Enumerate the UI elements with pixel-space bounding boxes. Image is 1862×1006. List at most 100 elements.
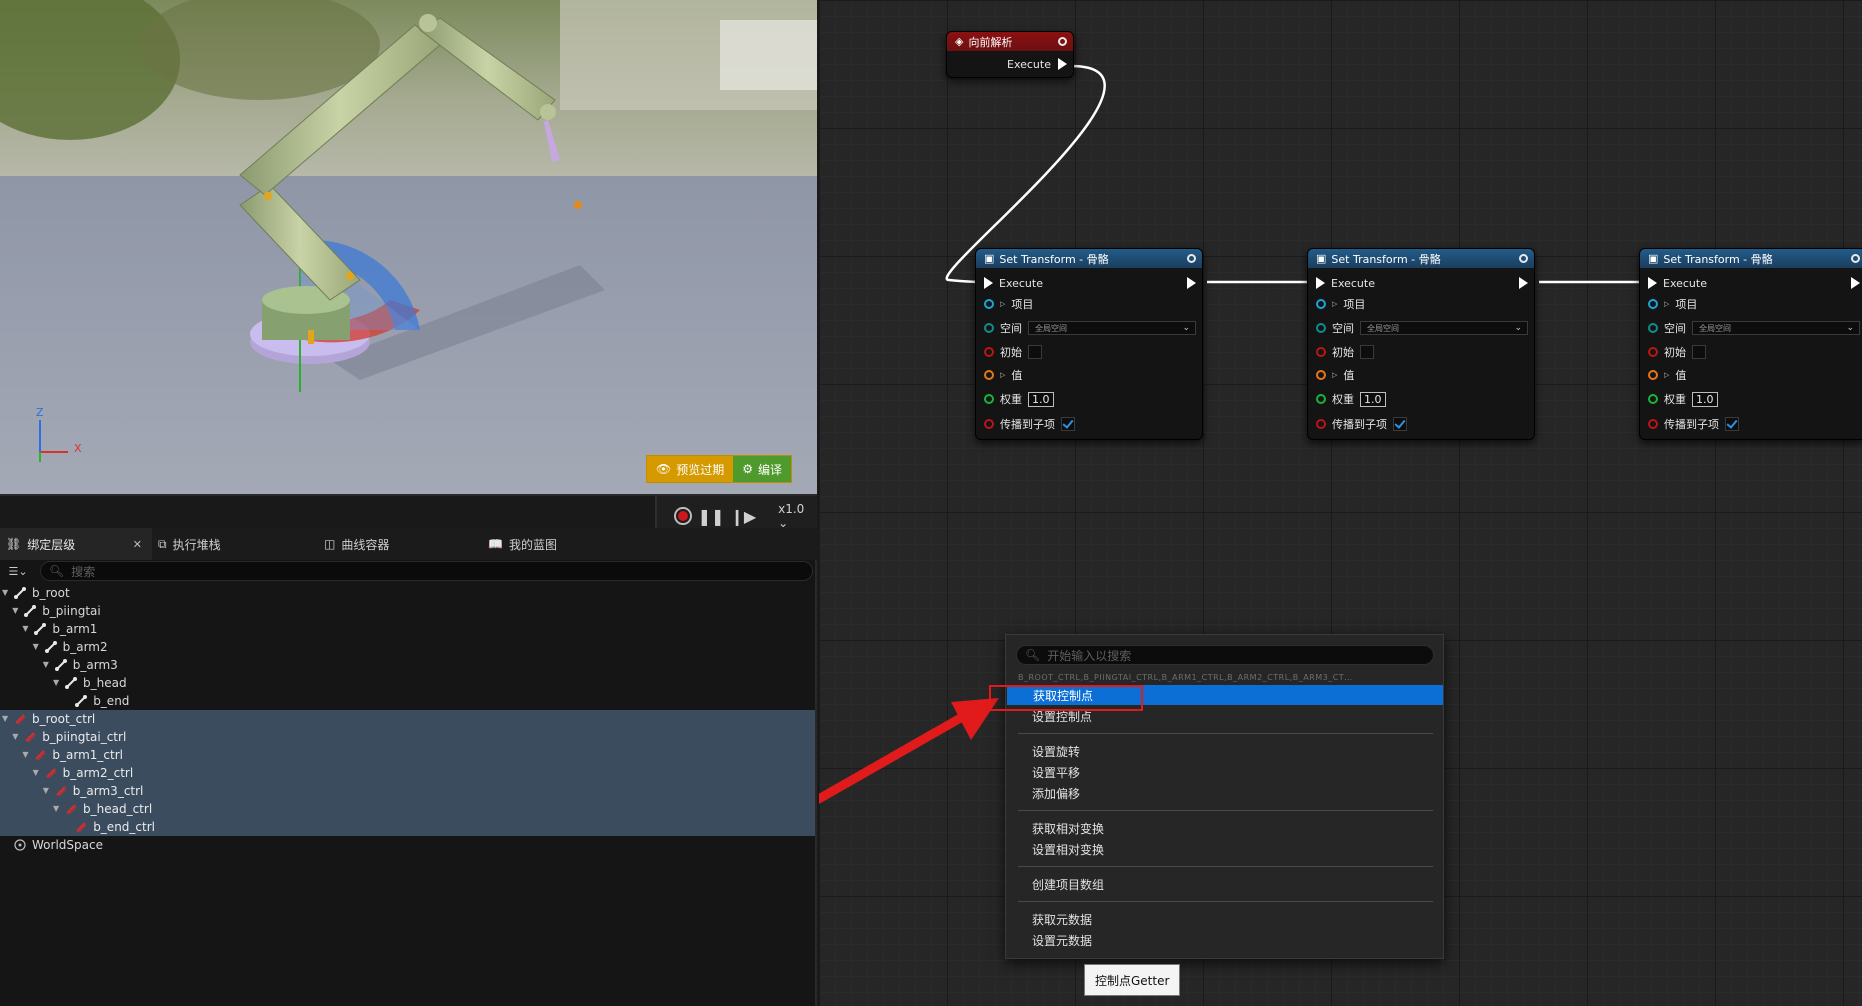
tab-my-blueprint[interactable]: 📖 我的蓝图	[474, 528, 634, 560]
tree-row-b-arm1[interactable]: ▼ b_arm1	[0, 620, 815, 638]
menu-item[interactable]: 设置元数据	[1006, 930, 1443, 950]
tree-row-b-arm2[interactable]: ▼ b_arm2	[0, 638, 815, 656]
tree-row-b-root[interactable]: ▼ b_root	[0, 584, 815, 602]
space-pin[interactable]: 空间 全局空间 ⌄	[984, 320, 1196, 336]
exec-output-pin[interactable]	[1058, 58, 1067, 70]
expand-arrow-icon[interactable]: ▼	[2, 715, 10, 723]
expand-icon[interactable]: ▷	[1000, 300, 1005, 308]
tree-row-b-arm2-ctrl[interactable]: ▼ b_arm2_ctrl	[0, 764, 815, 782]
menu-item[interactable]: 创建项目数组	[1006, 874, 1443, 894]
weight-input[interactable]: 1.0	[1028, 391, 1054, 407]
delegate-pin[interactable]	[1851, 254, 1860, 263]
delegate-pin[interactable]	[1519, 254, 1528, 263]
expand-arrow-icon[interactable]: ▼	[33, 643, 41, 651]
initial-checkbox[interactable]	[1692, 345, 1706, 359]
expand-arrow-icon[interactable]	[63, 823, 71, 831]
exec-output-pin[interactable]	[1187, 277, 1196, 289]
tree-row-b-end[interactable]: b_end	[0, 692, 815, 710]
timeline-track[interactable]	[0, 496, 657, 528]
exec-input-pin[interactable]: Execute	[984, 275, 1043, 291]
delegate-pin[interactable]	[1187, 254, 1196, 263]
tree-row-b-arm1-ctrl[interactable]: ▼ b_arm1_ctrl	[0, 746, 815, 764]
weight-input[interactable]: 1.0	[1360, 391, 1386, 407]
playback-speed-dropdown[interactable]: x1.0 ⌄	[778, 502, 817, 530]
tab-rig-hierarchy[interactable]: ⛓ 绑定层级 ✕	[0, 528, 152, 560]
viewport[interactable]: Z X 👁 预览过期 ⚙ 编译	[0, 0, 817, 494]
item-pin[interactable]: ▷ 项目	[1316, 296, 1365, 312]
propagate-checkbox[interactable]	[1393, 417, 1407, 431]
expand-arrow-icon[interactable]: ▼	[43, 787, 51, 795]
tree-row-worldspace[interactable]: WorldSpace	[0, 836, 815, 854]
value-pin[interactable]: ▷ 值	[1316, 367, 1354, 383]
expand-arrow-icon[interactable]: ▼	[2, 589, 10, 597]
compile-button[interactable]: ⚙ 编译	[733, 456, 792, 482]
expand-icon[interactable]: ▷	[1664, 300, 1669, 308]
tree-row-b-arm3[interactable]: ▼ b_arm3	[0, 656, 815, 674]
propagate-pin[interactable]: 传播到子项	[1316, 416, 1407, 432]
expand-arrow-icon[interactable]: ▼	[12, 733, 20, 741]
exec-input-pin[interactable]: Execute	[1648, 275, 1707, 291]
initial-pin[interactable]: 初始	[1648, 344, 1706, 360]
expand-arrow-icon[interactable]: ▼	[53, 679, 61, 687]
record-button[interactable]	[674, 507, 692, 525]
expand-icon[interactable]: ▷	[1332, 300, 1337, 308]
propagate-checkbox[interactable]	[1725, 417, 1739, 431]
exec-input-pin[interactable]: Execute	[1316, 275, 1375, 291]
forward-solve-event-node[interactable]: ◈ 向前解析 Execute	[946, 31, 1074, 78]
pause-icon[interactable]: ❚❚	[698, 507, 725, 526]
tree-row-b-head-ctrl[interactable]: ▼ b_head_ctrl	[0, 800, 815, 818]
expand-icon[interactable]: ▷	[1332, 371, 1337, 379]
set-transform-node[interactable]: ▣ Set Transform - 骨骼 Execute ▷ 项目 空间 全局空间 ⌄ 初始 ▷ 值…	[1639, 248, 1862, 440]
delegate-pin[interactable]	[1058, 37, 1067, 46]
expand-icon[interactable]: ▷	[1664, 371, 1669, 379]
exec-output-pin[interactable]	[1519, 277, 1528, 289]
tree-row-b-end-ctrl[interactable]: b_end_ctrl	[0, 818, 815, 836]
space-pin[interactable]: 空间 全局空间 ⌄	[1316, 320, 1528, 336]
space-pin[interactable]: 空间 全局空间 ⌄	[1648, 320, 1860, 336]
propagate-pin[interactable]: 传播到子项	[984, 416, 1075, 432]
propagate-checkbox[interactable]	[1061, 417, 1075, 431]
set-transform-node[interactable]: ▣ Set Transform - 骨骼 Execute ▷ 项目 空间 全局空间 ⌄ 初始 ▷ 值…	[975, 248, 1203, 440]
exec-output-pin[interactable]	[1851, 277, 1860, 289]
menu-item[interactable]: 设置旋转	[1006, 741, 1443, 761]
hierarchy-search-input[interactable]: 🔍︎ 搜索	[40, 561, 813, 581]
item-pin[interactable]: ▷ 项目	[984, 296, 1033, 312]
value-pin[interactable]: ▷ 值	[984, 367, 1022, 383]
preview-outdated-button[interactable]: 👁 预览过期	[647, 456, 734, 482]
tree-row-b-piingtai[interactable]: ▼ b_piingtai	[0, 602, 815, 620]
tab-curve-container[interactable]: ◫ 曲线容器	[312, 528, 474, 560]
tree-row-b-arm3-ctrl[interactable]: ▼ b_arm3_ctrl	[0, 782, 815, 800]
expand-arrow-icon[interactable]: ▼	[53, 805, 61, 813]
expand-arrow-icon[interactable]: ▼	[43, 661, 51, 669]
set-transform-node[interactable]: ▣ Set Transform - 骨骼 Execute ▷ 项目 空间 全局空间 ⌄ 初始 ▷ 值…	[1307, 248, 1535, 440]
initial-pin[interactable]: 初始	[1316, 344, 1374, 360]
weight-pin[interactable]: 权重 1.0	[1316, 391, 1386, 407]
menu-item[interactable]: 获取相对变换	[1006, 818, 1443, 838]
tab-execution-stack[interactable]: ⧉ 执行堆栈	[152, 528, 312, 560]
tree-row-b-root-ctrl[interactable]: ▼ b_root_ctrl	[0, 710, 815, 728]
menu-item[interactable]: 设置相对变换	[1006, 839, 1443, 859]
action-search-input[interactable]: 🔍︎ 开始输入以搜索	[1016, 645, 1434, 665]
item-pin[interactable]: ▷ 项目	[1648, 296, 1697, 312]
step-forward-icon[interactable]: ❙▶	[730, 507, 756, 526]
initial-checkbox[interactable]	[1028, 345, 1042, 359]
tree-row-b-piingtai-ctrl[interactable]: ▼ b_piingtai_ctrl	[0, 728, 815, 746]
expand-arrow-icon[interactable]: ▼	[33, 769, 41, 777]
expand-arrow-icon[interactable]	[63, 697, 71, 705]
expand-icon[interactable]: ▷	[1000, 371, 1005, 379]
expand-arrow-icon[interactable]: ▼	[22, 625, 30, 633]
tree-row-b-head[interactable]: ▼ b_head	[0, 674, 815, 692]
expand-arrow-icon[interactable]: ▼	[12, 607, 20, 615]
menu-item[interactable]: 设置平移	[1006, 762, 1443, 782]
space-dropdown[interactable]: 全局空间 ⌄	[1028, 321, 1196, 335]
propagate-pin[interactable]: 传播到子项	[1648, 416, 1739, 432]
initial-pin[interactable]: 初始	[984, 344, 1042, 360]
space-dropdown[interactable]: 全局空间 ⌄	[1692, 321, 1860, 335]
filter-dropdown[interactable]: ☰⌄	[0, 561, 36, 581]
value-pin[interactable]: ▷ 值	[1648, 367, 1686, 383]
menu-item[interactable]: 添加偏移	[1006, 783, 1443, 803]
space-dropdown[interactable]: 全局空间 ⌄	[1360, 321, 1528, 335]
weight-pin[interactable]: 权重 1.0	[1648, 391, 1718, 407]
expand-arrow-icon[interactable]: ▼	[22, 751, 30, 759]
initial-checkbox[interactable]	[1360, 345, 1374, 359]
